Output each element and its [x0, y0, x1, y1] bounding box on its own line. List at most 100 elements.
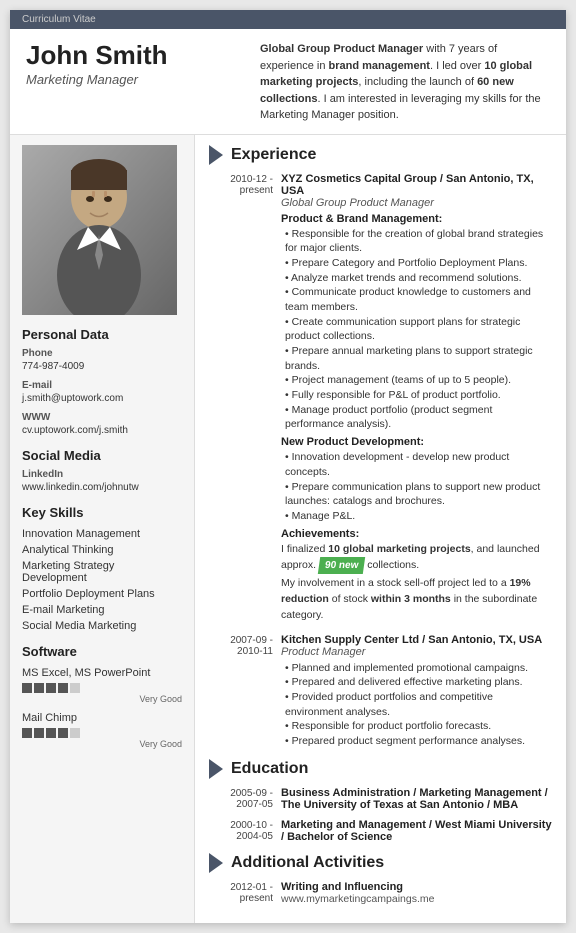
phone-label: Phone — [22, 348, 182, 359]
cv-main: Experience 2010-12 -present XYZ Cosmetic… — [195, 135, 566, 923]
exp-role-2: Product Manager — [281, 646, 552, 658]
rating-dot — [46, 728, 56, 738]
exp-bullet: • Responsible for product portfolio fore… — [281, 719, 552, 734]
software-list: MS Excel, MS PowerPointVery GoodMail Chi… — [22, 665, 182, 749]
edu-entry-2: 2000-10 -2004-05 Marketing and Managemen… — [209, 819, 552, 843]
cv-container: Curriculum Vitae John Smith Marketing Ma… — [10, 10, 566, 923]
exp-bullet: • Manage P&L. — [281, 509, 552, 524]
email-value: j.smith@uptowork.com — [22, 392, 182, 406]
exp-bullet: • Project management (teams of up to 5 p… — [281, 373, 552, 388]
cv-header-summary: Global Group Product Manager with 7 year… — [260, 41, 550, 124]
exp-role-1: Global Group Product Manager — [281, 197, 552, 209]
rating-dot — [34, 683, 44, 693]
linkedin-value: www.linkedin.com/johnutw — [22, 481, 182, 495]
software-name: MS Excel, MS PowerPoint — [22, 665, 182, 681]
exp-company-1: XYZ Cosmetics Capital Group / San Antoni… — [281, 173, 552, 197]
exp-subsection-brand: Product & Brand Management: — [281, 213, 552, 225]
candidate-title: Marketing Manager — [26, 72, 168, 87]
email-label: E-mail — [22, 380, 182, 391]
exp-dates-2: 2007-09 -2010-11 — [209, 634, 281, 749]
exp-content-1: XYZ Cosmetics Capital Group / San Antoni… — [281, 173, 552, 624]
rating-dot — [70, 683, 80, 693]
exp-bullet: • Analyze market trends and recommend so… — [281, 271, 552, 286]
exp-subsection-achievements: Achievements: — [281, 528, 552, 540]
rating-label: Very Good — [22, 694, 182, 704]
edu-degree-1: Business Administration / Marketing Mana… — [281, 787, 552, 811]
skills-list: Innovation ManagementAnalytical Thinking… — [22, 526, 182, 634]
additional-arrow — [209, 853, 223, 873]
exp-bullet: • Prepare communication plans to support… — [281, 480, 552, 509]
software-item: Mail Chimp Very Good — [22, 710, 182, 749]
act-entry-1: 2012-01 -present Writing and Influencing… — [209, 881, 552, 905]
software-rating — [22, 728, 182, 738]
rating-dot — [46, 683, 56, 693]
candidate-name: John Smith — [26, 41, 168, 70]
exp-company-2: Kitchen Supply Center Ltd / San Antonio,… — [281, 634, 552, 646]
edu-dates-2: 2000-10 -2004-05 — [209, 819, 281, 843]
experience-title: Experience — [231, 146, 316, 164]
rating-dot — [34, 728, 44, 738]
social-media-title: Social Media — [22, 448, 182, 463]
edu-content-2: Marketing and Management / West Miami Un… — [281, 819, 552, 843]
exp-bullet: • Prepared and delivered effective marke… — [281, 675, 552, 690]
www-label: WWW — [22, 412, 182, 423]
personal-data-title: Personal Data — [22, 327, 182, 342]
exp-bullet: • Prepared product segment performance a… — [281, 734, 552, 749]
edu-degree-2: Marketing and Management / West Miami Un… — [281, 819, 552, 843]
cv-header-left: John Smith Marketing Manager — [26, 41, 168, 87]
cv-sidebar: Personal Data Phone 774-987-4009 E-mail … — [10, 135, 195, 923]
exp-bullet: • Manage product portfolio (product segm… — [281, 403, 552, 432]
rating-label: Very Good — [22, 739, 182, 749]
experience-header: Experience — [209, 145, 552, 165]
exp-entry-2: 2007-09 -2010-11 Kitchen Supply Center L… — [209, 634, 552, 749]
exp-bullet: • Create communication support plans for… — [281, 315, 552, 344]
exp-achievement-2: My involvement in a stock sell-off proje… — [281, 576, 552, 623]
summary-text: Global Group Product Manager with 7 year… — [260, 43, 541, 121]
phone-value: 774-987-4009 — [22, 360, 182, 374]
edu-dates-1: 2005-09 -2007-05 — [209, 787, 281, 811]
skills-title: Key Skills — [22, 505, 182, 520]
header-bar: Curriculum Vitae — [10, 10, 566, 29]
software-name: Mail Chimp — [22, 710, 182, 726]
software-item: MS Excel, MS PowerPoint Very Good — [22, 665, 182, 704]
exp-dates-1: 2010-12 -present — [209, 173, 281, 624]
exp-subsection-npd: New Product Development: — [281, 436, 552, 448]
exp-bullet: • Innovation development - develop new p… — [281, 450, 552, 479]
exp-entry-1: 2010-12 -present XYZ Cosmetics Capital G… — [209, 173, 552, 624]
rating-dot — [58, 683, 68, 693]
skill-item: E-mail Marketing — [22, 602, 182, 618]
skill-item: Marketing Strategy Development — [22, 558, 182, 586]
rating-dot — [58, 728, 68, 738]
cv-body: Personal Data Phone 774-987-4009 E-mail … — [10, 135, 566, 923]
edu-entry-1: 2005-09 -2007-05 Business Administration… — [209, 787, 552, 811]
exp-achievement-1: I finalized 10 global marketing projects… — [281, 542, 552, 575]
exp-bullet: • Responsible for the creation of global… — [281, 227, 552, 256]
edu-content-1: Business Administration / Marketing Mana… — [281, 787, 552, 811]
rating-dot — [22, 683, 32, 693]
rating-dot — [22, 728, 32, 738]
act-content-1: Writing and Influencing www.mymarketingc… — [281, 881, 552, 905]
cv-header: John Smith Marketing Manager Global Grou… — [10, 29, 566, 135]
header-bar-label: Curriculum Vitae — [22, 14, 96, 25]
www-value: cv.uptowork.com/j.smith — [22, 424, 182, 438]
education-title: Education — [231, 760, 308, 778]
exp-content-2: Kitchen Supply Center Ltd / San Antonio,… — [281, 634, 552, 749]
experience-arrow — [209, 145, 223, 165]
skill-item: Portfolio Deployment Plans — [22, 586, 182, 602]
education-header: Education — [209, 759, 552, 779]
candidate-photo — [22, 145, 177, 315]
skill-item: Social Media Marketing — [22, 618, 182, 634]
exp-bullet: • Provided product portfolios and compet… — [281, 690, 552, 719]
exp-bullet: • Prepare Category and Portfolio Deploym… — [281, 256, 552, 271]
rating-dot — [70, 728, 80, 738]
skill-item: Innovation Management — [22, 526, 182, 542]
additional-title: Additional Activities — [231, 854, 384, 872]
exp-bullet: • Planned and implemented promotional ca… — [281, 661, 552, 676]
act-dates-1: 2012-01 -present — [209, 881, 281, 905]
additional-header: Additional Activities — [209, 853, 552, 873]
software-title: Software — [22, 644, 182, 659]
education-arrow — [209, 759, 223, 779]
act-link-1: www.mymarketingcampaings.me — [281, 893, 552, 905]
exp-bullet: • Prepare annual marketing plans to supp… — [281, 344, 552, 373]
skill-item: Analytical Thinking — [22, 542, 182, 558]
